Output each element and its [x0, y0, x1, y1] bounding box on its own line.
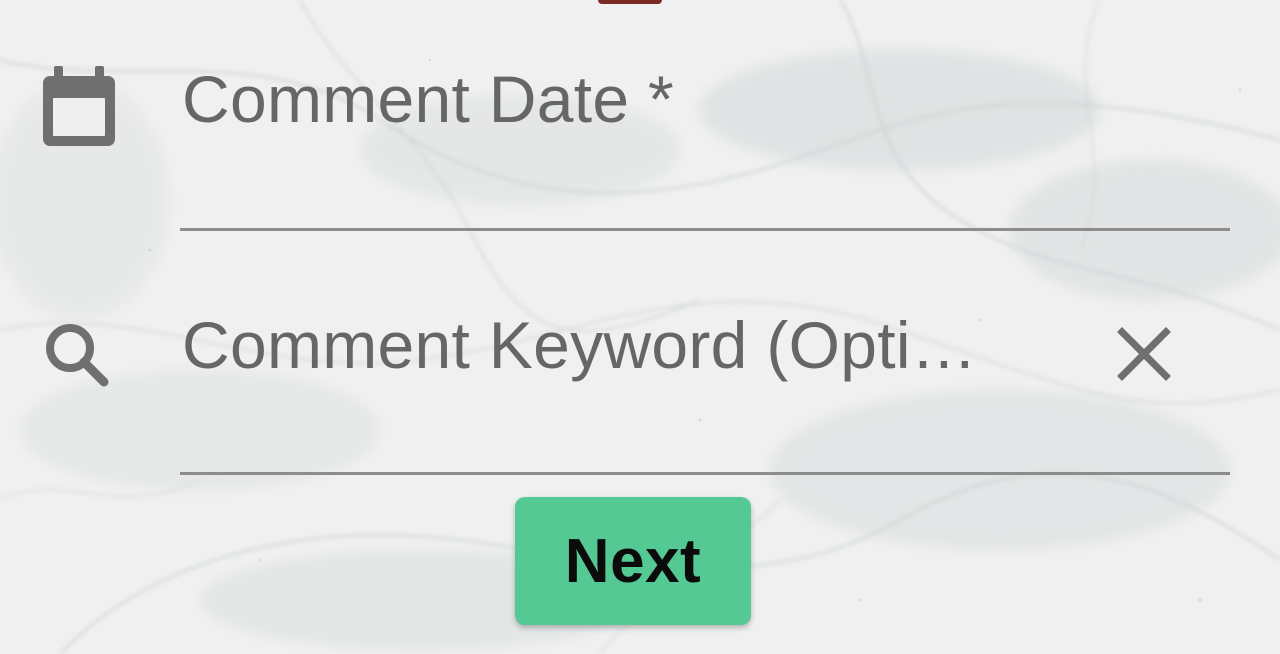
comment-keyword-field[interactable]: Comment Keyword (Opti…	[0, 232, 1280, 476]
comment-date-label: Comment Date *	[182, 62, 675, 136]
search-icon	[40, 320, 120, 410]
clear-keyword-button[interactable]	[1110, 320, 1178, 388]
comment-date-field[interactable]: Comment Date *	[0, 0, 1280, 232]
close-icon	[1117, 327, 1171, 381]
calendar-icon	[40, 62, 120, 152]
next-button[interactable]: Next	[515, 497, 751, 625]
comment-keyword-underline	[180, 472, 1230, 475]
comment-keyword-label: Comment Keyword (Opti…	[182, 308, 978, 382]
comment-date-underline	[180, 228, 1230, 231]
